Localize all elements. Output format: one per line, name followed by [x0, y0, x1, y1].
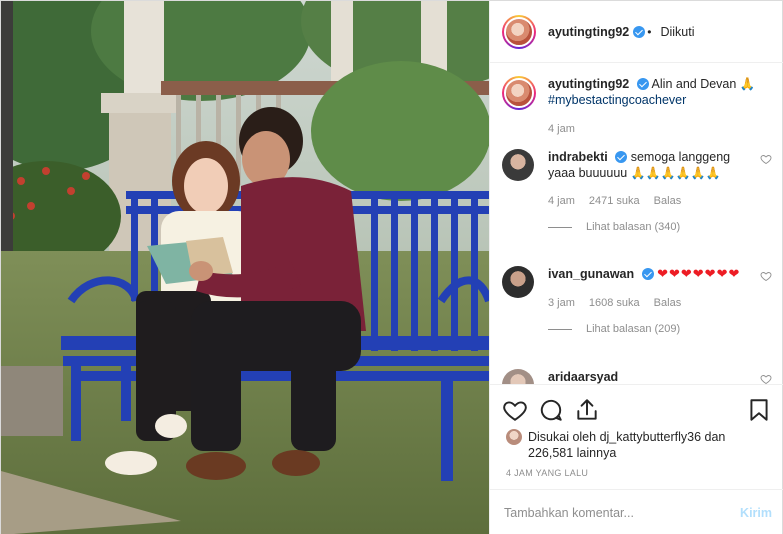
caption-text: Alin and Devan — [651, 77, 737, 91]
comments-list[interactable]: ayutingting92 Alin and Devan 🙏 #mybestac… — [490, 64, 783, 384]
likes-count[interactable]: 226,581 lainnya — [528, 446, 616, 460]
comment-item: aridaarsyad — [502, 369, 772, 384]
comment-emoji: 🙏🙏🙏🙏🙏🙏 — [630, 166, 721, 180]
liked-by-and: dan — [704, 430, 726, 444]
caption-time[interactable]: 4 jam — [548, 123, 575, 135]
heart-icon[interactable] — [760, 270, 772, 282]
replies-line — [548, 226, 572, 228]
reply-button[interactable]: Balas — [654, 195, 682, 207]
verified-icon — [636, 78, 649, 90]
comment-username[interactable]: indrabekti — [548, 150, 608, 164]
post-time-ago[interactable]: 4 JAM YANG LALU — [506, 468, 588, 478]
add-comment-input[interactable] — [504, 505, 741, 520]
comment-time[interactable]: 3 jam — [548, 297, 575, 309]
post-comment-button[interactable]: Kirim — [740, 506, 772, 520]
share-icon[interactable] — [574, 397, 600, 423]
post-panel: ayutingting92 • Diikuti ayutingting92 Al… — [489, 1, 783, 534]
view-replies-button[interactable]: Lihat balasan (209) — [548, 323, 772, 335]
verified-icon — [615, 151, 628, 163]
photo-illustration — [1, 1, 489, 534]
view-replies-button[interactable]: Lihat balasan (340) — [548, 221, 772, 233]
verified-icon — [633, 25, 646, 38]
follow-status-button[interactable]: Diikuti — [660, 25, 694, 39]
comment-item: ivan_gunawan ❤❤❤❤❤❤❤ 3 jam 1608 suka Bal… — [502, 266, 772, 335]
commenter-avatar[interactable] — [502, 266, 534, 298]
liked-by-prefix: Disukai oleh — [528, 430, 597, 444]
liker-avatar[interactable] — [506, 429, 522, 445]
replies-line — [548, 328, 572, 330]
comment-icon[interactable] — [538, 397, 564, 423]
comment-username[interactable]: ivan_gunawan — [548, 267, 634, 281]
author-avatar[interactable] — [502, 14, 536, 49]
author-username[interactable]: ayutingting92 — [548, 25, 629, 39]
comment-username[interactable]: aridaarsyad — [548, 370, 618, 384]
comment-emoji: ❤❤❤❤❤❤❤ — [657, 267, 741, 282]
liked-by-user[interactable]: dj_kattybutterfly36 — [600, 430, 701, 444]
reply-button[interactable]: Balas — [654, 297, 682, 309]
heart-icon[interactable] — [760, 373, 772, 384]
post-actions: Disukai oleh dj_kattybutterfly36 dan 226… — [490, 384, 783, 489]
caption-hashtag[interactable]: #mybestactingcoachever — [548, 93, 686, 107]
caption-emoji: 🙏 — [739, 76, 756, 91]
separator-dot: • — [647, 24, 652, 39]
heart-icon[interactable] — [502, 397, 528, 423]
caption-username[interactable]: ayutingting92 — [548, 77, 629, 91]
verified-icon — [641, 268, 654, 280]
liked-by: Disukai oleh dj_kattybutterfly36 dan 226… — [506, 429, 776, 461]
view-replies-label: Lihat balasan (340) — [586, 221, 681, 233]
comment-likes[interactable]: 1608 suka — [589, 297, 640, 309]
post-photo[interactable] — [1, 1, 489, 534]
comment-time[interactable]: 4 jam — [548, 195, 575, 207]
caption-avatar[interactable] — [502, 76, 536, 110]
caption: ayutingting92 Alin and Devan 🙏 #mybestac… — [502, 76, 772, 135]
commenter-avatar[interactable] — [502, 149, 534, 181]
comment-item: indrabekti semoga langgeng yaaa buuuuuu … — [502, 149, 772, 233]
commenter-avatar[interactable] — [502, 369, 534, 384]
post-header: ayutingting92 • Diikuti — [490, 1, 783, 63]
post-modal: ayutingting92 • Diikuti ayutingting92 Al… — [0, 0, 783, 534]
bookmark-icon[interactable] — [746, 397, 772, 423]
heart-icon[interactable] — [760, 153, 772, 165]
add-comment-bar: Kirim — [490, 489, 783, 534]
view-replies-label: Lihat balasan (209) — [586, 323, 681, 335]
comment-likes[interactable]: 2471 suka — [589, 195, 640, 207]
